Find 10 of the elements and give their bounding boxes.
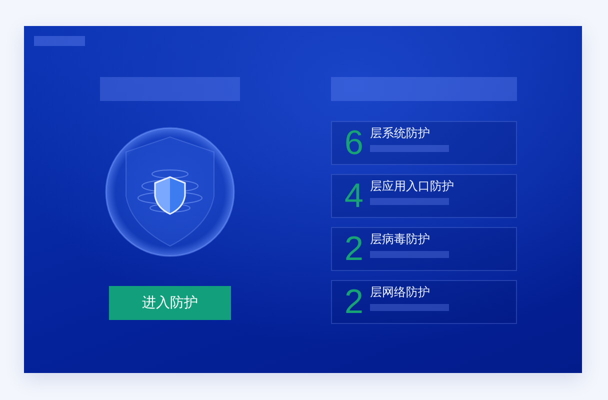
layer-label: 层网络防护 bbox=[370, 285, 431, 299]
layer-count: 4 bbox=[344, 179, 364, 213]
logo-placeholder bbox=[34, 36, 85, 46]
layer-count: 2 bbox=[344, 232, 364, 266]
layer-label: 层病毒防护 bbox=[370, 232, 431, 246]
layer-label: 层系统防护 bbox=[370, 126, 431, 140]
layer-count: 2 bbox=[344, 285, 364, 319]
layer-label: 层应用入口防护 bbox=[370, 179, 454, 193]
layer-count: 6 bbox=[344, 126, 364, 160]
enter-protection-button[interactable]: 进入防护 bbox=[109, 286, 231, 320]
